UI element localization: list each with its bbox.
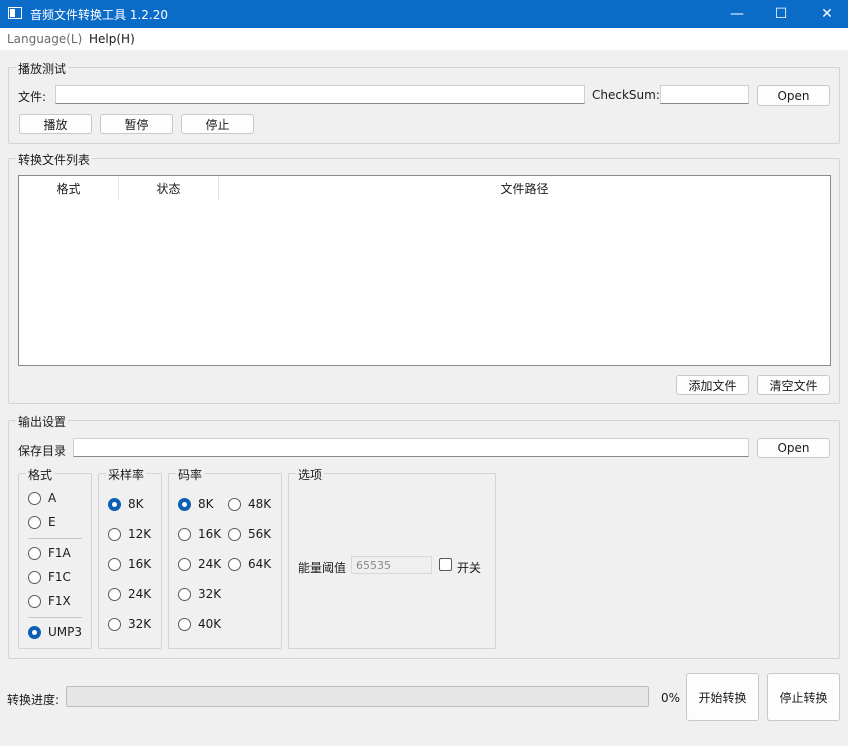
radio-indicator xyxy=(108,617,121,631)
sample-rate-radio-8k[interactable]: 8K xyxy=(108,497,144,511)
close-button[interactable]: ✕ xyxy=(804,0,848,28)
app-icon xyxy=(8,7,22,19)
progress-bar xyxy=(66,686,649,707)
radio-indicator xyxy=(108,497,121,511)
radio-label: F1C xyxy=(48,570,71,584)
options-title: 选项 xyxy=(296,466,325,483)
format-radio-e[interactable]: E xyxy=(28,515,56,529)
radio-indicator xyxy=(28,625,41,639)
radio-label: E xyxy=(48,515,56,529)
bitrate-radio-48k[interactable]: 48K xyxy=(228,497,271,511)
save-dir-label: 保存目录 xyxy=(18,444,67,458)
radio-label: 16K xyxy=(128,557,152,571)
bitrate-radio-64k[interactable]: 64K xyxy=(228,557,271,571)
radio-label: 56K xyxy=(248,527,272,541)
radio-indicator xyxy=(28,515,41,529)
radio-label: 12K xyxy=(128,527,152,541)
switch-checkbox[interactable] xyxy=(439,558,452,571)
sample-rate-radio-32k[interactable]: 32K xyxy=(108,617,151,631)
sample-rate-radio-24k[interactable]: 24K xyxy=(108,587,151,601)
radio-label: F1X xyxy=(48,594,71,608)
file-input[interactable] xyxy=(55,85,585,104)
bitrate-radio-16k[interactable]: 16K xyxy=(178,527,221,541)
radio-label: 16K xyxy=(198,527,222,541)
pause-button[interactable]: 暂停 xyxy=(100,114,173,134)
column-header-format[interactable]: 格式 xyxy=(19,176,119,200)
radio-label: 32K xyxy=(128,617,152,631)
window-title: 音频文件转换工具 1.2.20 xyxy=(30,8,168,22)
sample-rate-radio-12k[interactable]: 12K xyxy=(108,527,151,541)
sample-rate-radio-16k[interactable]: 16K xyxy=(108,557,151,571)
radio-indicator xyxy=(178,497,191,511)
radio-label: 48K xyxy=(248,497,272,511)
radio-indicator xyxy=(28,594,41,608)
radio-label: 24K xyxy=(128,587,152,601)
radio-label: A xyxy=(48,491,57,505)
radio-indicator xyxy=(108,587,121,601)
stop-play-button[interactable]: 停止 xyxy=(181,114,254,134)
radio-label: 8K xyxy=(128,497,144,511)
clear-files-button[interactable]: 清空文件 xyxy=(757,375,830,395)
play-button[interactable]: 播放 xyxy=(19,114,92,134)
file-label: 文件: xyxy=(18,90,47,104)
menu-language[interactable]: Language(L) xyxy=(7,32,82,46)
format-title: 格式 xyxy=(26,466,55,483)
radio-indicator xyxy=(228,557,241,571)
format-radio-f1x[interactable]: F1X xyxy=(28,594,71,608)
radio-indicator xyxy=(28,546,41,560)
energy-threshold-input[interactable]: 65535 xyxy=(351,556,432,574)
format-radio-ump3[interactable]: UMP3 xyxy=(28,625,82,639)
radio-indicator xyxy=(228,527,241,541)
bitrate-radio-32k[interactable]: 32K xyxy=(178,587,221,601)
radio-label: UMP3 xyxy=(48,625,83,639)
checksum-input[interactable] xyxy=(660,85,749,104)
menu-help[interactable]: Help(H) xyxy=(89,32,135,46)
start-convert-button[interactable]: 开始转换 xyxy=(686,673,759,721)
save-dir-open-button[interactable]: Open xyxy=(757,438,830,458)
format-divider xyxy=(28,617,82,618)
progress-label: 转换进度: xyxy=(7,693,60,707)
bitrate-radio-40k[interactable]: 40K xyxy=(178,617,221,631)
radio-indicator xyxy=(178,527,191,541)
radio-label: 24K xyxy=(198,557,222,571)
format-radio-a[interactable]: A xyxy=(28,491,56,505)
radio-indicator xyxy=(28,570,41,584)
radio-indicator xyxy=(178,587,191,601)
bitrate-radio-8k[interactable]: 8K xyxy=(178,497,214,511)
radio-label: 8K xyxy=(198,497,214,511)
radio-indicator xyxy=(228,497,241,511)
maximize-button[interactable]: ☐ xyxy=(758,0,804,28)
radio-indicator xyxy=(28,491,41,505)
minimize-button[interactable]: — xyxy=(714,0,760,28)
stop-convert-button[interactable]: 停止转换 xyxy=(767,673,840,721)
switch-label: 开关 xyxy=(457,561,482,575)
format-divider xyxy=(28,538,82,539)
bitrate-radio-24k[interactable]: 24K xyxy=(178,557,221,571)
format-radio-f1a[interactable]: F1A xyxy=(28,546,71,560)
play-open-button[interactable]: Open xyxy=(757,85,830,106)
column-header-path[interactable]: 文件路径 xyxy=(219,176,830,200)
energy-threshold-label: 能量阈值 xyxy=(298,561,347,575)
radio-label: 32K xyxy=(198,587,222,601)
checksum-label: CheckSum: xyxy=(592,88,660,102)
bitrate-radio-56k[interactable]: 56K xyxy=(228,527,271,541)
radio-indicator xyxy=(178,617,191,631)
radio-indicator xyxy=(108,527,121,541)
format-radio-f1c[interactable]: F1C xyxy=(28,570,71,584)
file-table[interactable]: 格式 状态 文件路径 xyxy=(18,175,831,366)
add-file-button[interactable]: 添加文件 xyxy=(676,375,749,395)
sample-rate-title: 采样率 xyxy=(106,466,147,483)
progress-percent: 0% xyxy=(661,691,681,705)
radio-label: F1A xyxy=(48,546,71,560)
output-settings-title: 输出设置 xyxy=(16,413,69,430)
radio-indicator xyxy=(178,557,191,571)
radio-label: 40K xyxy=(198,617,222,631)
play-test-title: 播放测试 xyxy=(16,60,69,77)
column-header-status[interactable]: 状态 xyxy=(119,176,219,200)
save-dir-input[interactable] xyxy=(73,438,749,457)
radio-indicator xyxy=(108,557,121,571)
radio-label: 64K xyxy=(248,557,272,571)
file-list-title: 转换文件列表 xyxy=(16,151,93,168)
bitrate-title: 码率 xyxy=(176,466,205,483)
